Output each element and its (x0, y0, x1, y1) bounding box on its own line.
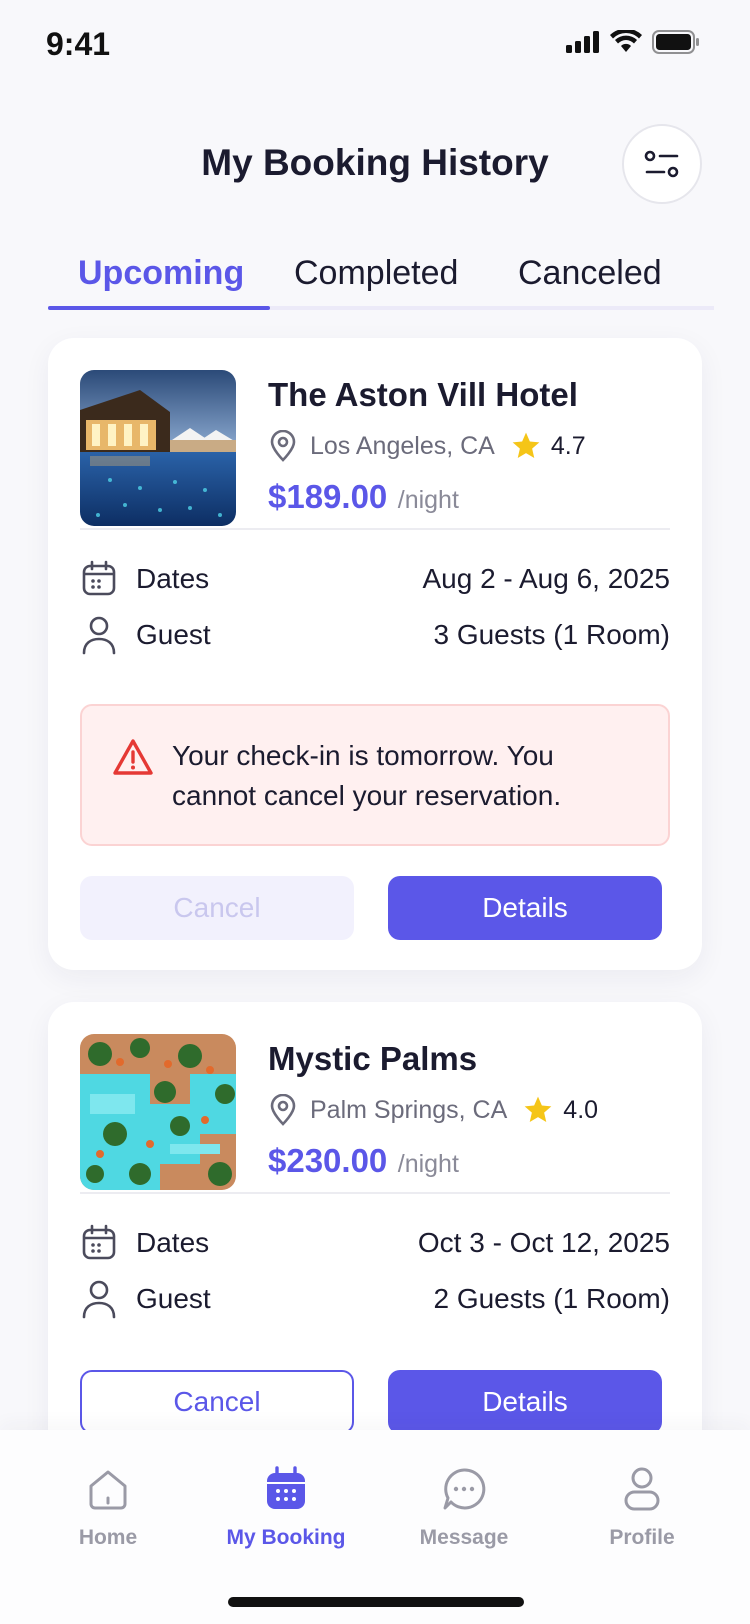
booking-card[interactable]: Mystic Palms Palm Springs, CA 4.0 $230.0… (48, 1002, 702, 1502)
location-text: Los Angeles, CA (310, 431, 495, 460)
wifi-icon (610, 30, 642, 52)
tab-upcoming[interactable]: Upcoming (78, 254, 244, 293)
dates-row: Dates Aug 2 - Aug 6, 2025 (80, 556, 670, 602)
dates-row: Dates Oct 3 - Oct 12, 2025 (80, 1220, 670, 1266)
rating-value: 4.7 (550, 431, 586, 460)
cancel-button[interactable]: Cancel (80, 1370, 354, 1434)
guest-label: Guest (136, 619, 211, 650)
dates-value: Aug 2 - Aug 6, 2025 (422, 563, 670, 594)
guest-value: 3 Guests (1 Room) (433, 619, 670, 650)
hotel-image (80, 370, 236, 526)
price-unit: /night (397, 1150, 459, 1178)
dates-label: Dates (136, 1227, 210, 1258)
warning-icon (113, 739, 153, 775)
nav-my-booking[interactable]: My Booking (216, 1464, 356, 1550)
battery-icon (652, 30, 699, 54)
dates-label: Dates (136, 563, 210, 594)
nav-message[interactable]: Message (394, 1464, 534, 1550)
location-pin-icon (270, 430, 296, 462)
home-indicator (228, 1597, 524, 1607)
status-icons (566, 30, 700, 54)
bottom-nav: Home My Booking Message Profile (0, 1430, 750, 1624)
price-row: $189.00 /night (268, 478, 459, 516)
booking-list: 9:41 My Booking History Upcoming Complet… (0, 0, 750, 1624)
hotel-name: The Aston Vill Hotel (268, 376, 578, 413)
status-time: 9:41 (46, 26, 111, 62)
chat-icon (443, 1468, 486, 1510)
status-bar: 9:41 (0, 0, 750, 90)
checkin-alert: Your check-in is tomorrow. You cannot ca… (80, 704, 670, 846)
alert-text: Your check-in is tomorrow. You cannot ca… (172, 740, 562, 811)
booking-history-screen: 9:41 My Booking History Upcoming Complet… (0, 0, 750, 1624)
calendar-icon (82, 1224, 116, 1260)
calendar-icon (82, 560, 116, 596)
filter-button[interactable] (622, 124, 702, 204)
star-icon (524, 1096, 552, 1122)
location-row: Palm Springs, CA 4.0 (268, 1094, 598, 1126)
guest-row: Guest 2 Guests (1 Room) (80, 1276, 670, 1322)
active-tab-indicator (48, 306, 270, 310)
card-divider (80, 528, 670, 530)
price-value: $230.00 (268, 1142, 388, 1179)
details-button[interactable]: Details (388, 1370, 662, 1434)
price-unit: /night (397, 486, 459, 514)
guest-row: Guest 3 Guests (1 Room) (80, 612, 670, 658)
price-value: $189.00 (268, 478, 388, 515)
sliders-icon (644, 150, 679, 178)
nav-home[interactable]: Home (38, 1464, 178, 1550)
guest-value: 2 Guests (1 Room) (433, 1283, 670, 1314)
person-icon (82, 1280, 116, 1319)
calendar-icon (267, 1466, 305, 1509)
hotel-image (80, 1034, 236, 1190)
dates-value: Oct 3 - Oct 12, 2025 (417, 1227, 670, 1258)
location-row: Los Angeles, CA 4.7 (268, 430, 586, 462)
nav-profile[interactable]: Profile (572, 1464, 712, 1550)
cancel-button: Cancel (80, 876, 354, 940)
signal-icon (566, 31, 599, 53)
header: My Booking History (0, 120, 750, 210)
hotel-name: Mystic Palms (268, 1040, 478, 1077)
guest-label: Guest (136, 1283, 211, 1314)
nav-home-label: Home (78, 1526, 138, 1549)
card-divider (80, 1192, 670, 1194)
home-icon (89, 1470, 127, 1510)
nav-message-label: Message (419, 1526, 509, 1549)
location-text: Palm Springs, CA (310, 1095, 508, 1124)
rating-value: 4.0 (563, 1095, 599, 1124)
profile-icon (624, 1467, 660, 1511)
tab-completed[interactable]: Completed (294, 254, 458, 293)
details-button[interactable]: Details (388, 876, 662, 940)
star-icon (512, 432, 540, 458)
nav-profile-label: Profile (609, 1526, 675, 1549)
tab-canceled[interactable]: Canceled (518, 254, 662, 293)
booking-tabs: Upcoming Completed Canceled (48, 250, 714, 310)
price-row: $230.00 /night (268, 1142, 459, 1180)
location-pin-icon (270, 1094, 296, 1126)
person-icon (82, 616, 116, 655)
booking-card[interactable]: The Aston Vill Hotel Los Angeles, CA 4.7… (48, 338, 702, 970)
nav-my-booking-label: My Booking (226, 1526, 346, 1549)
